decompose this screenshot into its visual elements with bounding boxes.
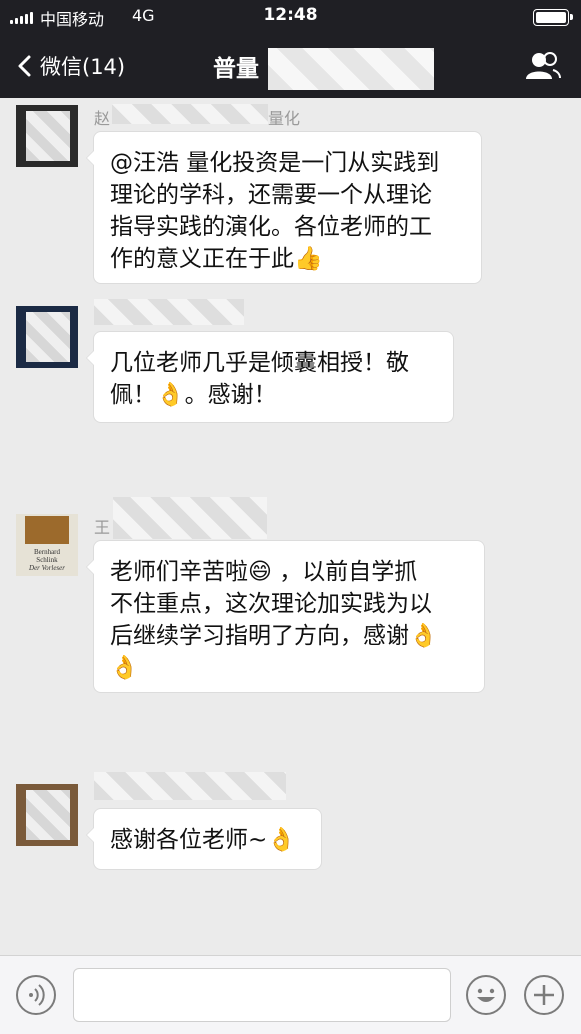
redacted-sender-mosaic <box>113 497 267 539</box>
message-bubble[interactable]: 几位老师几乎是倾囊相授！敬 佩！👌。感谢！ <box>86 331 454 423</box>
avatar-book-author: Schlink <box>36 556 58 564</box>
voice-wave-icon <box>29 984 45 1006</box>
message-bubble[interactable]: 感谢各位老师~👌 <box>86 808 322 870</box>
redacted-sender-mosaic <box>94 772 286 800</box>
emoji-button[interactable] <box>466 975 506 1015</box>
sender-avatar[interactable] <box>16 105 78 167</box>
sender-name: 赵 <box>94 109 111 128</box>
message-text-line: 👌 <box>110 655 139 681</box>
message-item: 感谢各位老师~👌 <box>0 772 581 877</box>
message-text-line: 感谢各位老师~👌 <box>110 827 296 853</box>
voice-input-button[interactable] <box>16 975 56 1015</box>
message-item: Bernhard Schlink Der Vorleser 王 老师们辛苦啦😄 … <box>0 495 581 700</box>
message-text-line: 佩！👌。感谢！ <box>110 382 277 408</box>
message-bubble[interactable]: @汪浩 量化投资是一门从实践到 理论的学科，还需要一个从理论 指导实践的演化。各… <box>86 131 482 284</box>
status-time: 12:48 <box>263 5 318 25</box>
group-members-icon[interactable] <box>524 50 562 82</box>
sender-avatar[interactable] <box>16 784 78 846</box>
sender-name-suffix: 量化 <box>268 109 301 128</box>
message-text-line: 几位老师几乎是倾囊相授！敬 <box>110 350 409 376</box>
message-text-line: 作的意义正在于此👍 <box>110 246 323 272</box>
status-bar: 中国移动 4G 12:48 <box>0 0 581 34</box>
message-item: 几位老师几乎是倾囊相授！敬 佩！👌。感谢！ <box>0 298 581 428</box>
message-text-line: 指导实践的演化。各位老师的工 <box>110 214 432 240</box>
message-input[interactable] <box>73 968 451 1022</box>
chat-input-bar <box>0 955 581 1034</box>
back-button[interactable]: 微信(14) <box>40 51 125 81</box>
more-functions-button[interactable] <box>524 975 564 1015</box>
sender-name: 王 <box>94 518 111 537</box>
redacted-title-mosaic <box>268 48 434 90</box>
smiley-face-icon <box>477 988 495 1002</box>
message-text-line: 理论的学科，还需要一个从理论 <box>110 182 432 208</box>
message-bubble[interactable]: 老师们辛苦啦😄 ，以前自学抓 不住重点，这次理论加实践为以 后继续学习指明了方向… <box>86 540 485 693</box>
redacted-sender-mosaic <box>94 299 244 325</box>
battery-icon <box>533 9 573 26</box>
message-text-line: 老师们辛苦啦😄 ，以前自学抓 <box>110 559 418 585</box>
message-text-line: 不住重点，这次理论加实践为以 <box>110 591 432 617</box>
plus-icon <box>534 985 554 1005</box>
sender-avatar[interactable]: Bernhard Schlink Der Vorleser <box>16 514 78 576</box>
avatar-book-title: Der Vorleser <box>29 564 65 572</box>
chat-header: 微信(14) 普量 <box>0 34 581 98</box>
redacted-sender-mosaic <box>112 104 268 124</box>
avatar-book-author: Bernhard <box>33 548 61 556</box>
chat-title: 普量 <box>213 56 259 82</box>
sender-avatar[interactable] <box>16 306 78 368</box>
back-arrow-icon[interactable] <box>14 54 38 78</box>
message-text-line: 后继续学习指明了方向，感谢👌 <box>110 623 438 649</box>
message-item: 赵 量化 @汪浩 量化投资是一门从实践到 理论的学科，还需要一个从理论 指导实践… <box>0 98 581 288</box>
message-text-line: @汪浩 量化投资是一门从实践到 <box>110 150 440 176</box>
